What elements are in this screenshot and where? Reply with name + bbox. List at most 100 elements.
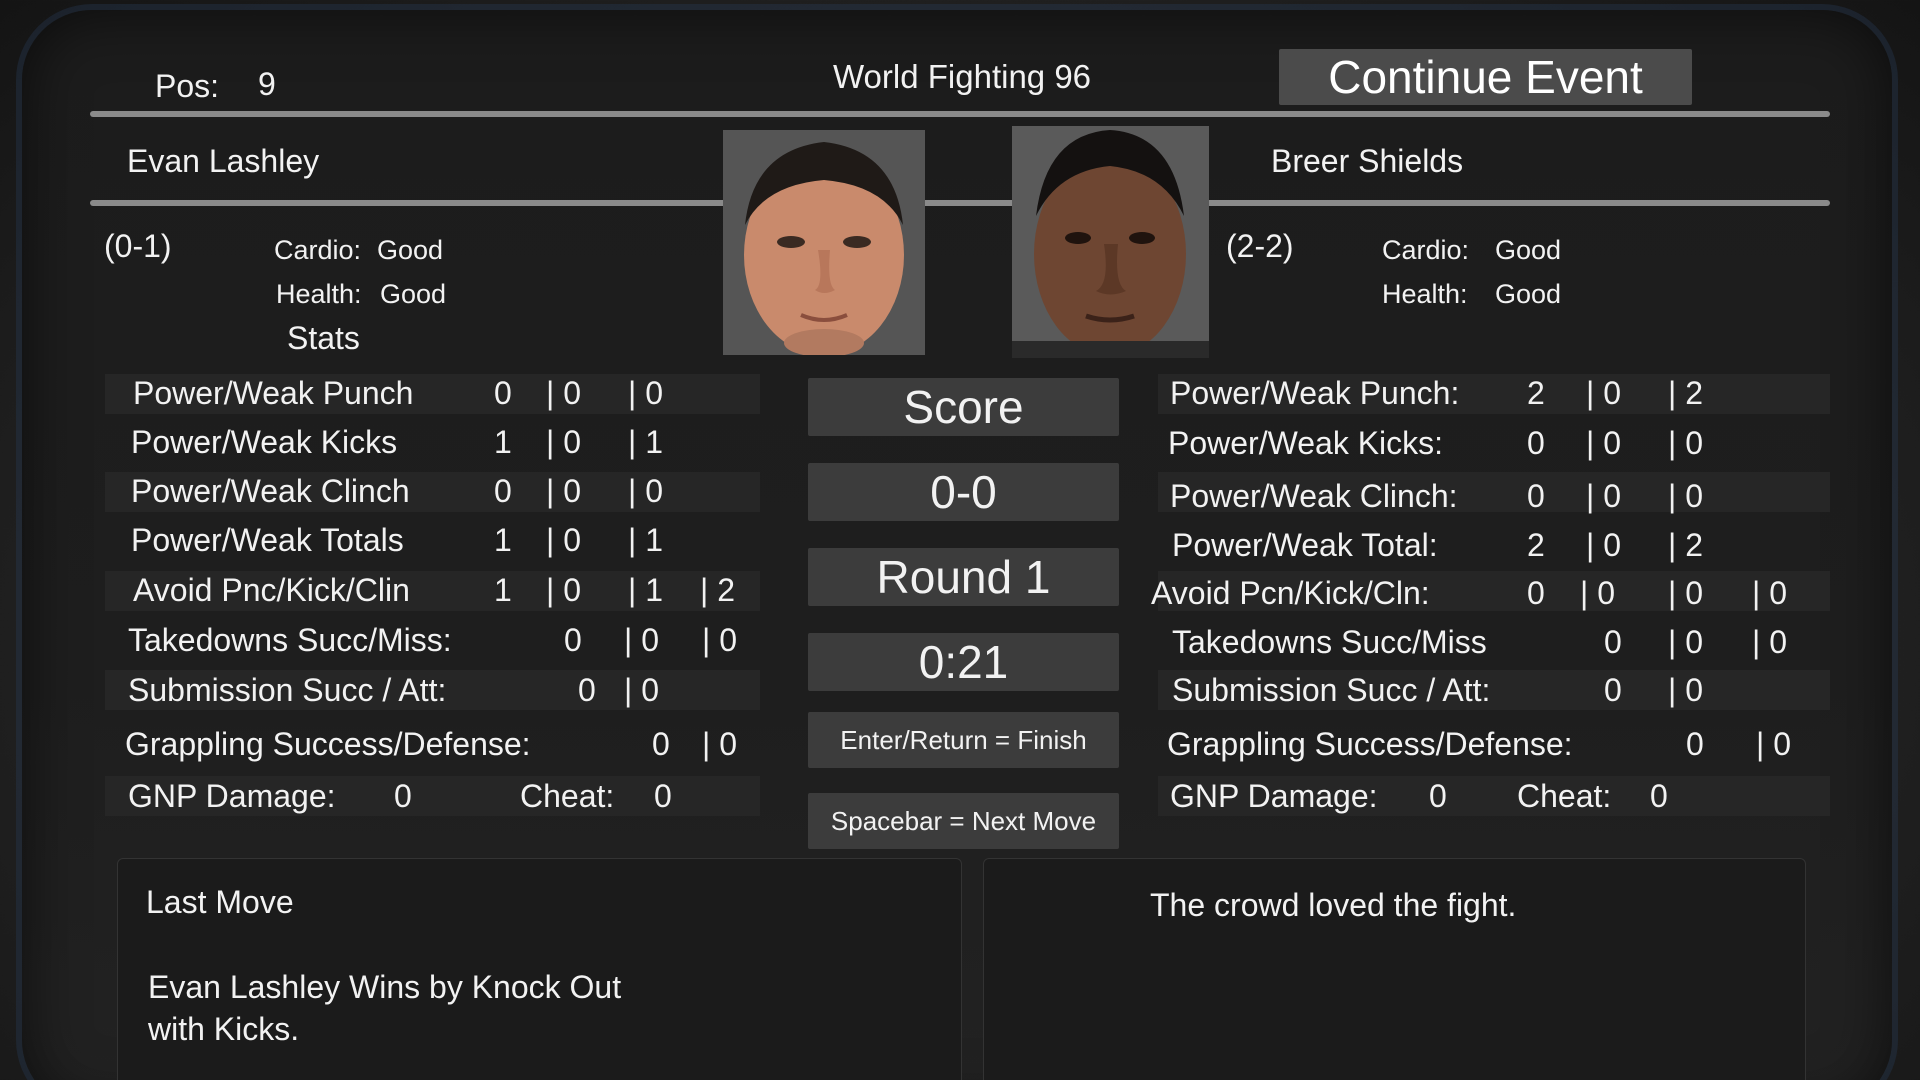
- score-label: Score: [808, 378, 1119, 436]
- last-move-title: Last Move: [146, 884, 294, 920]
- names-divider: [90, 200, 1830, 206]
- position-label: Pos:: [155, 68, 220, 104]
- left-stat-value: | 0: [628, 473, 663, 509]
- right-stat-label: Submission Succ / Att:: [1172, 672, 1491, 708]
- right-stat-value: 2: [1527, 527, 1545, 563]
- event-title: World Fighting 96: [833, 58, 1092, 95]
- header-divider: [90, 111, 1830, 117]
- left-stat-value: | 0: [702, 622, 737, 658]
- right-stat-value: | 0: [1756, 726, 1791, 762]
- right-stat-value: | 0: [1668, 624, 1703, 660]
- right-stat-label: Power/Weak Punch:: [1170, 375, 1460, 411]
- right-health-label: Health:: [1382, 279, 1468, 309]
- continue-event-button[interactable]: Continue Event: [1279, 49, 1692, 105]
- score-value: 0-0: [808, 463, 1119, 521]
- left-cardio-value: Good: [377, 235, 444, 265]
- right-cardio-label: Cardio:: [1382, 235, 1470, 265]
- right-stat-value: | 0: [1752, 624, 1787, 660]
- left-stat-value: | 1: [628, 424, 663, 460]
- right-cheat-value: 0: [1650, 778, 1668, 814]
- left-fighter-portrait: [723, 130, 925, 355]
- left-stat-value: | 2: [700, 572, 735, 608]
- position-value: 9: [258, 66, 276, 102]
- right-stat-label: Power/Weak Clinch:: [1170, 478, 1458, 514]
- crowd-reaction-text: The crowd loved the fight.: [1150, 887, 1517, 923]
- left-stat-value: | 1: [628, 522, 663, 558]
- left-stat-value: | 0: [702, 726, 737, 762]
- right-fighter-name: Breer Shields: [1271, 143, 1464, 179]
- right-gnp-value: 0: [1429, 778, 1447, 814]
- left-stat-label: Power/Weak Kicks: [131, 424, 398, 460]
- stats-title: Stats: [287, 320, 360, 356]
- left-gnp-value: 0: [394, 778, 412, 814]
- left-stat-value: | 0: [546, 473, 581, 509]
- left-fighter-name: Evan Lashley: [127, 143, 320, 179]
- right-health-value: Good: [1495, 279, 1562, 309]
- left-stat-value: 0: [564, 622, 582, 658]
- left-stat-label: Submission Succ / Att:: [128, 672, 447, 708]
- left-stat-value: 0: [578, 672, 596, 708]
- right-stat-value: | 0: [1586, 527, 1621, 563]
- left-stat-label: Power/Weak Clinch: [131, 473, 410, 509]
- right-stat-value: | 0: [1668, 672, 1703, 708]
- right-stat-label: Avoid Pcn/Kick/Cln:: [1151, 575, 1430, 611]
- right-stat-value: | 0: [1586, 478, 1621, 514]
- left-stat-value: 0: [494, 375, 512, 411]
- left-stat-value: 1: [494, 424, 512, 460]
- left-stat-value: 0: [652, 726, 670, 762]
- left-stat-label: Grappling Success/Defense:: [125, 726, 531, 762]
- right-stat-value: | 2: [1668, 375, 1703, 411]
- left-stat-label: Takedowns Succ/Miss:: [128, 622, 452, 658]
- left-stat-value: | 0: [624, 622, 659, 658]
- right-stat-value: 0: [1527, 425, 1545, 461]
- left-stat-value: | 0: [628, 375, 663, 411]
- last-move-text-line1: Evan Lashley Wins by Knock Out: [148, 969, 622, 1005]
- right-stat-value: | 0: [1580, 575, 1615, 611]
- right-stat-value: 0: [1527, 478, 1545, 514]
- right-stat-value: | 2: [1668, 527, 1703, 563]
- right-stat-label: Takedowns Succ/Miss: [1172, 624, 1487, 660]
- next-move-hint-button[interactable]: Spacebar = Next Move: [808, 793, 1119, 849]
- right-stat-value: | 0: [1668, 425, 1703, 461]
- right-fighter-record: (2-2): [1226, 228, 1294, 264]
- right-stat-value: | 0: [1586, 425, 1621, 461]
- left-stat-value: 1: [494, 522, 512, 558]
- left-stat-value: | 0: [546, 572, 581, 608]
- right-stat-label: Power/Weak Kicks:: [1168, 425, 1444, 461]
- right-stat-value: | 0: [1668, 575, 1703, 611]
- left-stat-value: 0: [494, 473, 512, 509]
- right-cardio-value: Good: [1495, 235, 1562, 265]
- left-health-label: Health:: [276, 279, 362, 309]
- right-stat-label: Grappling Success/Defense:: [1167, 726, 1573, 762]
- left-cardio-label: Cardio:: [274, 235, 362, 265]
- left-health-value: Good: [380, 279, 447, 309]
- left-stat-label: Power/Weak Totals: [131, 522, 404, 558]
- right-gnp-label: GNP Damage:: [1170, 778, 1378, 814]
- left-cheat-value: 0: [654, 778, 672, 814]
- right-stat-label: Power/Weak Total:: [1172, 527, 1438, 563]
- left-stat-label: Power/Weak Punch: [133, 375, 414, 411]
- left-stat-value: | 0: [624, 672, 659, 708]
- last-move-text-line2: with Kicks.: [148, 1011, 300, 1047]
- round-timer: 0:21: [808, 633, 1119, 691]
- right-stat-value: 0: [1604, 672, 1622, 708]
- left-stat-value: | 0: [546, 424, 581, 460]
- right-stat-value: | 0: [1668, 478, 1703, 514]
- right-cheat-label: Cheat:: [1517, 778, 1612, 814]
- left-stat-value: | 0: [546, 375, 581, 411]
- finish-hint-button[interactable]: Enter/Return = Finish: [808, 712, 1119, 768]
- left-gnp-label: GNP Damage:: [128, 778, 336, 814]
- left-cheat-label: Cheat:: [520, 778, 615, 814]
- round-indicator: Round 1: [808, 548, 1119, 606]
- right-stat-value: | 0: [1752, 575, 1787, 611]
- left-fighter-record: (0-1): [104, 228, 172, 264]
- left-stat-label: Avoid Pnc/Kick/Clin: [133, 572, 410, 608]
- right-stat-value: 0: [1686, 726, 1704, 762]
- left-stat-value: 1: [494, 572, 512, 608]
- right-stat-value: 2: [1527, 375, 1545, 411]
- right-stat-value: 0: [1604, 624, 1622, 660]
- right-stat-value: 0: [1527, 575, 1545, 611]
- left-stat-value: | 1: [628, 572, 663, 608]
- right-fighter-portrait: [1012, 126, 1209, 358]
- left-stat-value: | 0: [546, 522, 581, 558]
